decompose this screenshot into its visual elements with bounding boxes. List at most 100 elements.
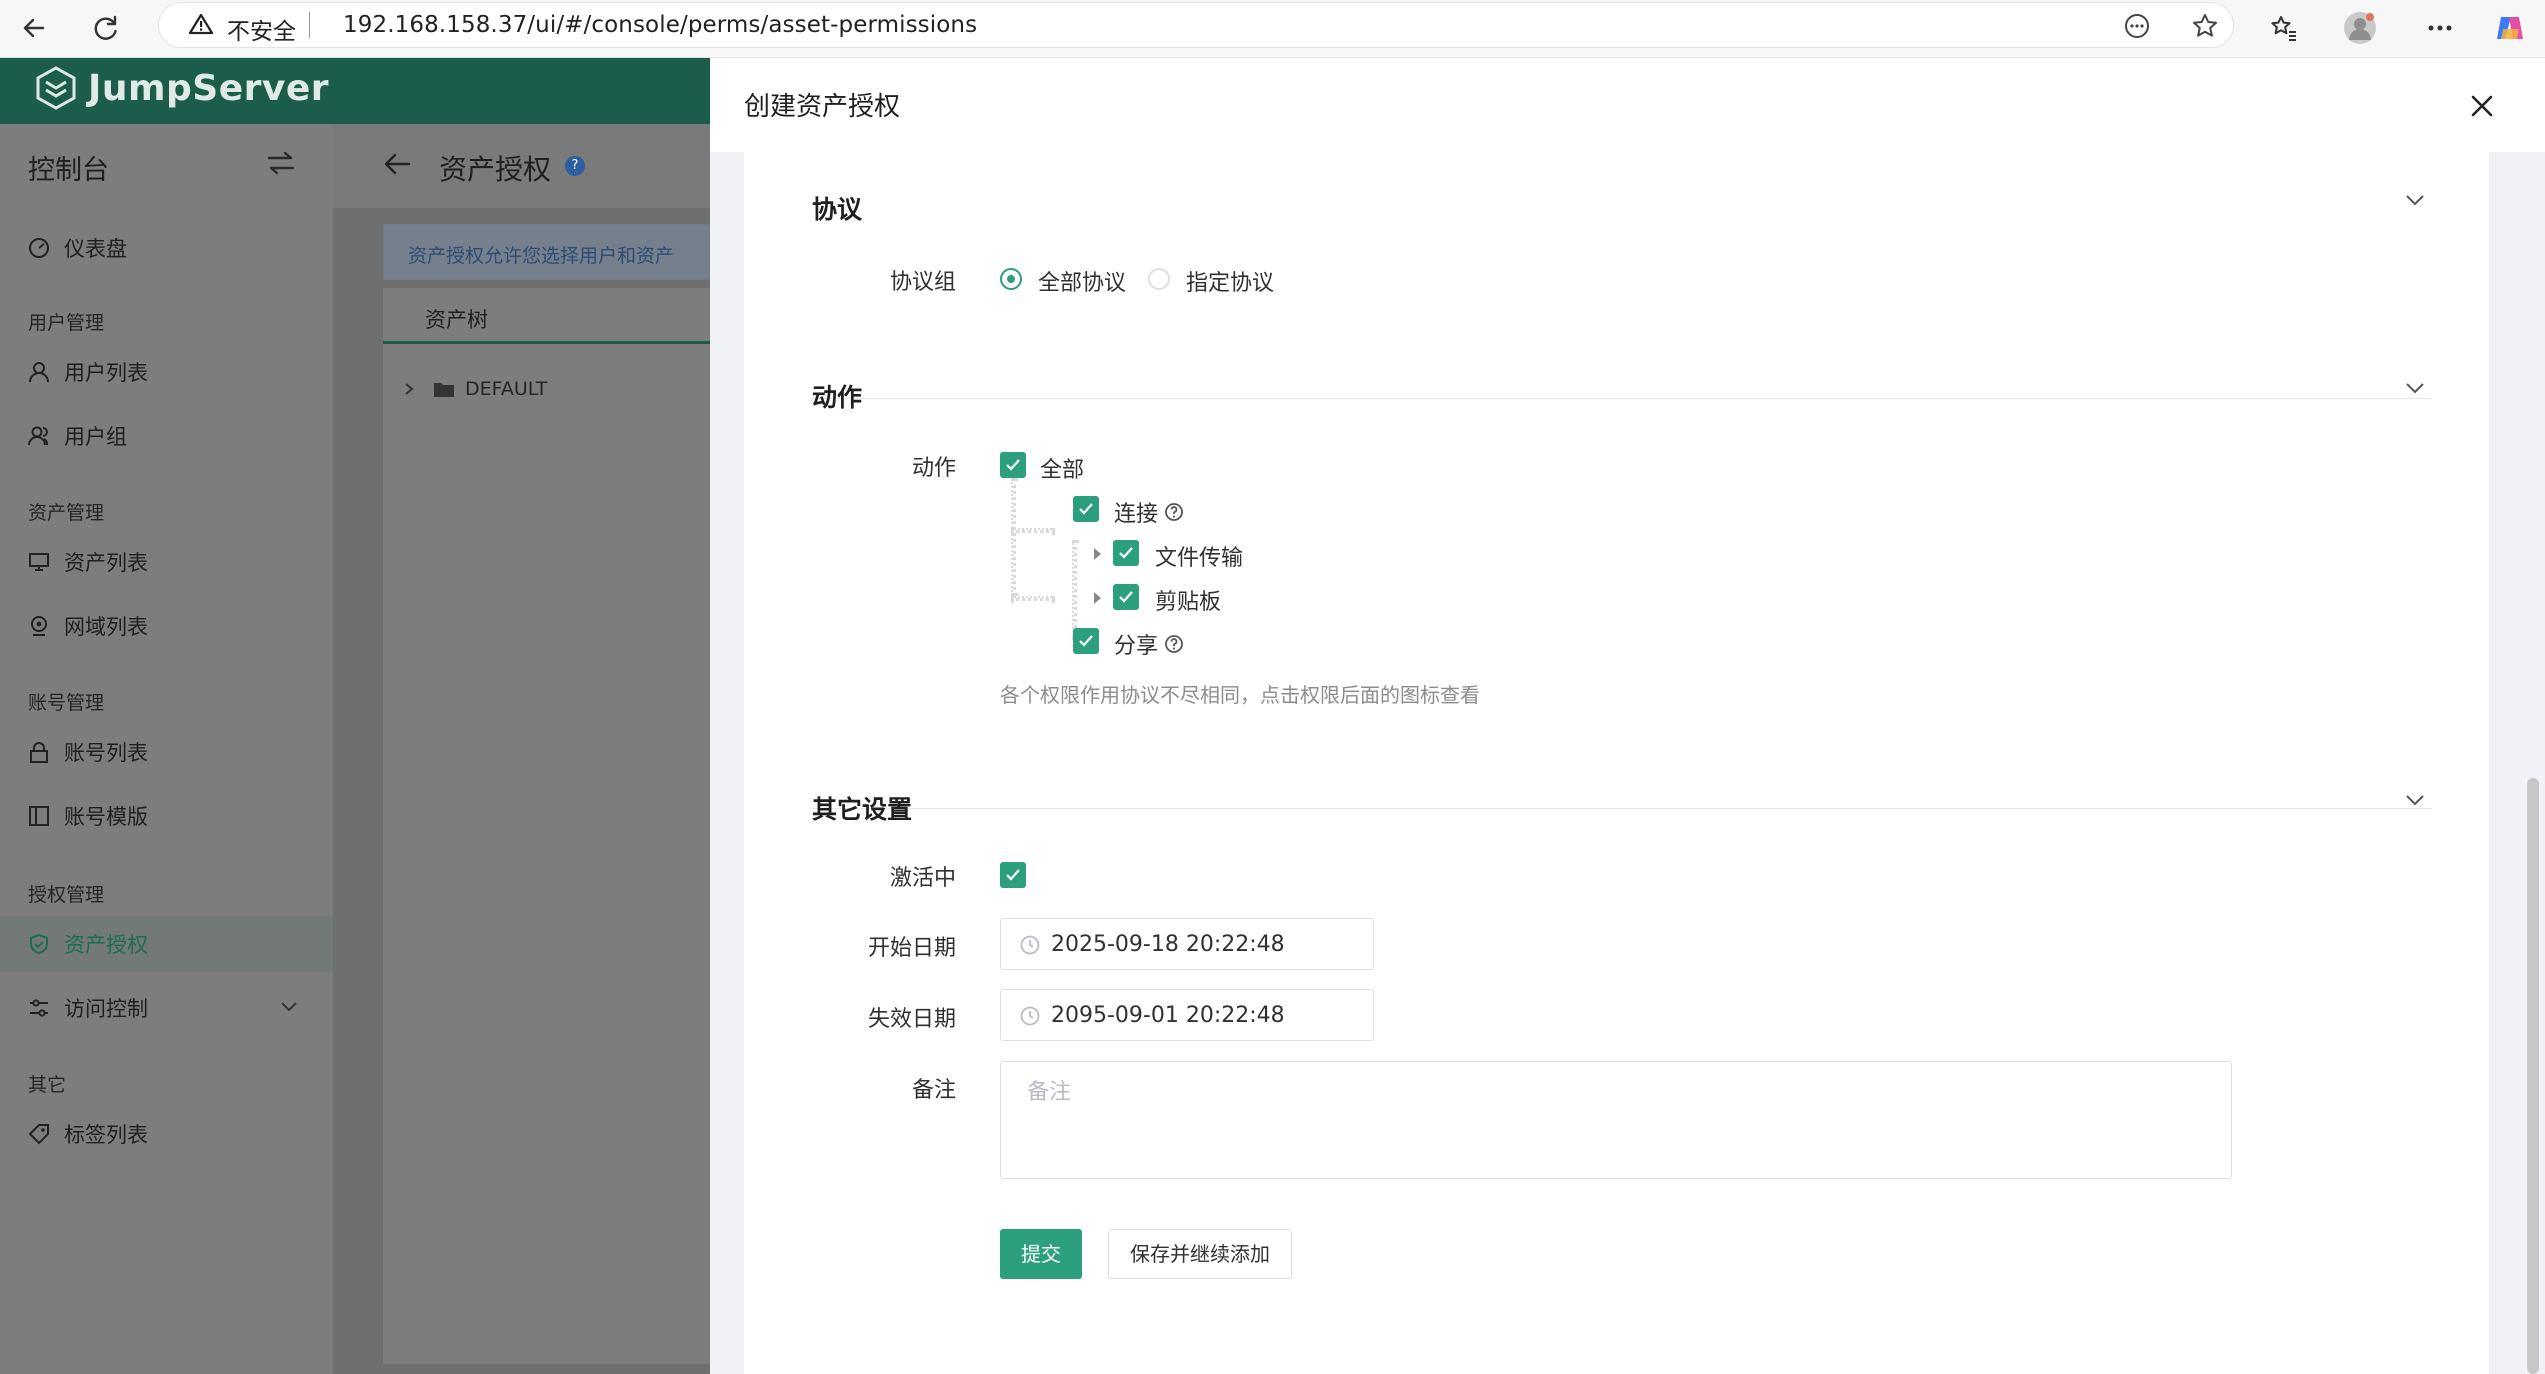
section-title-protocol: 协议: [812, 195, 863, 224]
sidebar-item-label: 网域列表: [64, 615, 148, 639]
start-date-input[interactable]: 2025-09-18 20:22:48: [1000, 918, 1374, 970]
create-permission-drawer: 创建资产授权 协议 协议组 全部协议 指定协议 动作 动作 全部 连接 文件传输…: [710, 58, 2545, 1374]
expand-clipboard-icon[interactable]: [1094, 592, 1101, 604]
back-arrow-icon[interactable]: [383, 152, 411, 180]
collapse-protocol-chevron-icon[interactable]: [2404, 192, 2426, 211]
action-share-label: 分享: [1114, 628, 1184, 660]
radio-all-protocols-label[interactable]: 全部协议: [1038, 265, 1126, 297]
checkbox-action-file-transfer[interactable]: [1113, 540, 1139, 566]
profile-avatar[interactable]: [2340, 8, 2380, 48]
sidebar-item-label: 用户列表: [64, 361, 148, 385]
sidebar-item-asset-permission[interactable]: 资产授权: [0, 916, 333, 972]
tree-connector: [1011, 478, 1016, 596]
action-file-transfer-label: 文件传输: [1155, 540, 1243, 572]
address-separator: [309, 12, 310, 38]
sidebar-item-tag-list[interactable]: 标签列表: [0, 1106, 333, 1162]
sidebar-item-label: 用户组: [64, 425, 127, 449]
action-share-text: 分享: [1114, 634, 1159, 659]
sidebar-item-account-list[interactable]: 账号列表: [0, 724, 333, 780]
user-icon: [26, 359, 52, 385]
jumpserver-logo-icon: [36, 66, 76, 110]
collapse-other-chevron-icon[interactable]: [2404, 792, 2426, 811]
section-title-other-settings: 其它设置: [812, 795, 913, 824]
favorite-star-icon[interactable]: [2191, 12, 2219, 40]
group-permission-management: 授权管理: [28, 884, 105, 906]
section-divider: [812, 808, 2432, 809]
clock-icon: [1019, 1005, 1041, 1031]
question-circle-icon[interactable]: [1164, 502, 1184, 522]
sidebar-item-access-control[interactable]: 访问控制: [0, 980, 333, 1036]
sidebar: 控制台 仪表盘 用户管理 用户列表 用户组 资产管理 资产列表 网域列表 账号管…: [0, 124, 333, 1374]
checkbox-action-share[interactable]: [1073, 628, 1099, 654]
action-connect-label: 连接: [1114, 496, 1184, 528]
close-icon[interactable]: [2462, 86, 2502, 126]
dashboard-icon: [26, 235, 52, 261]
checkbox-action-all[interactable]: [1000, 452, 1026, 478]
save-and-continue-button[interactable]: 保存并继续添加: [1108, 1229, 1292, 1279]
drawer-title: 创建资产授权: [744, 92, 901, 122]
folder-icon: [434, 383, 454, 397]
action-clipboard-text: 剪贴板: [1155, 590, 1222, 615]
expand-file-transfer-icon[interactable]: [1094, 548, 1101, 560]
copilot-icon[interactable]: [2490, 8, 2530, 48]
console-title: 控制台: [28, 155, 109, 186]
sidebar-item-asset-list[interactable]: 资产列表: [0, 534, 333, 590]
collapse-actions-chevron-icon[interactable]: [2404, 380, 2426, 399]
sidebar-item-label: 资产授权: [64, 933, 148, 957]
page-title: 资产授权: [439, 153, 552, 186]
lock-icon: [26, 739, 52, 765]
app-header: JumpServer: [0, 58, 710, 124]
chevron-right-icon[interactable]: [403, 382, 415, 396]
checkbox-action-clipboard[interactable]: [1113, 584, 1139, 610]
submit-button[interactable]: 提交: [1000, 1229, 1082, 1279]
drawer-header: 创建资产授权: [710, 58, 2545, 152]
checkbox-action-connect[interactable]: [1073, 496, 1099, 522]
url-text[interactable]: 192.168.158.37/ui/#/console/perms/asset-…: [343, 12, 977, 38]
sidebar-item-zone-list[interactable]: 网域列表: [0, 598, 333, 654]
end-date-value: 2095-09-01 20:22:48: [1051, 1003, 1285, 1028]
active-label: 激活中: [889, 866, 956, 891]
asset-tree-panel: 资产树 DEFAULT: [383, 288, 710, 1364]
comment-label: 备注: [911, 1078, 956, 1103]
radio-specified-protocols-label[interactable]: 指定协议: [1186, 265, 1274, 297]
reload-icon[interactable]: [86, 8, 126, 48]
monitor-icon: [26, 549, 52, 575]
sidebar-item-user-group[interactable]: 用户组: [0, 408, 333, 464]
more-menu-icon[interactable]: [2420, 8, 2460, 48]
help-icon[interactable]: ?: [565, 156, 585, 176]
checkbox-active[interactable]: [1000, 862, 1026, 888]
tab-asset-tree[interactable]: 资产树: [383, 288, 710, 344]
comment-placeholder: 备注: [1027, 1080, 1072, 1105]
sidebar-item-label: 账号列表: [64, 741, 148, 765]
page-header: 资产授权 ?: [333, 124, 710, 208]
action-connect-text: 连接: [1114, 502, 1159, 527]
asset-permission-page: 资产授权 ? 资产授权允许您选择用户和资产 资产树 DEFAULT: [333, 124, 710, 1374]
user-group-icon: [26, 423, 52, 449]
question-circle-icon[interactable]: [1164, 634, 1184, 654]
end-date-input[interactable]: 2095-09-01 20:22:48: [1000, 989, 1374, 1041]
actions-field-label: 动作: [911, 456, 956, 481]
sidebar-item-user-list[interactable]: 用户列表: [0, 344, 333, 400]
sidebar-item-label: 访问控制: [64, 997, 148, 1021]
chevron-down-icon: [280, 998, 298, 1017]
form-card: 协议 协议组 全部协议 指定协议 动作 动作 全部 连接 文件传输 剪贴板 分享…: [744, 152, 2489, 1374]
sidebar-item-account-template[interactable]: 账号模版: [0, 788, 333, 844]
sidebar-item-dashboard[interactable]: 仪表盘: [0, 220, 333, 276]
radio-all-protocols[interactable]: [1000, 268, 1022, 290]
radio-specified-protocols[interactable]: [1148, 268, 1170, 290]
reading-mode-icon[interactable]: [2123, 12, 2151, 40]
switch-view-icon[interactable]: [266, 150, 296, 180]
back-icon[interactable]: [14, 8, 54, 48]
tree-node-default[interactable]: DEFAULT: [403, 378, 547, 400]
info-banner: 资产授权允许您选择用户和资产: [383, 224, 710, 280]
logo[interactable]: JumpServer: [34, 66, 329, 110]
favorites-icon[interactable]: [2264, 8, 2304, 48]
address-bar[interactable]: 不安全 192.168.158.37/ui/#/console/perms/as…: [158, 2, 2234, 48]
comment-textarea[interactable]: 备注: [1000, 1061, 2232, 1179]
tree-connector: [1072, 540, 1077, 640]
tree-node-label: DEFAULT: [465, 378, 548, 400]
sliders-icon: [26, 995, 52, 1021]
drawer-scrollbar[interactable]: [2527, 778, 2539, 1374]
tab-label: 资产树: [425, 308, 488, 332]
insecure-label[interactable]: 不安全: [227, 12, 296, 46]
